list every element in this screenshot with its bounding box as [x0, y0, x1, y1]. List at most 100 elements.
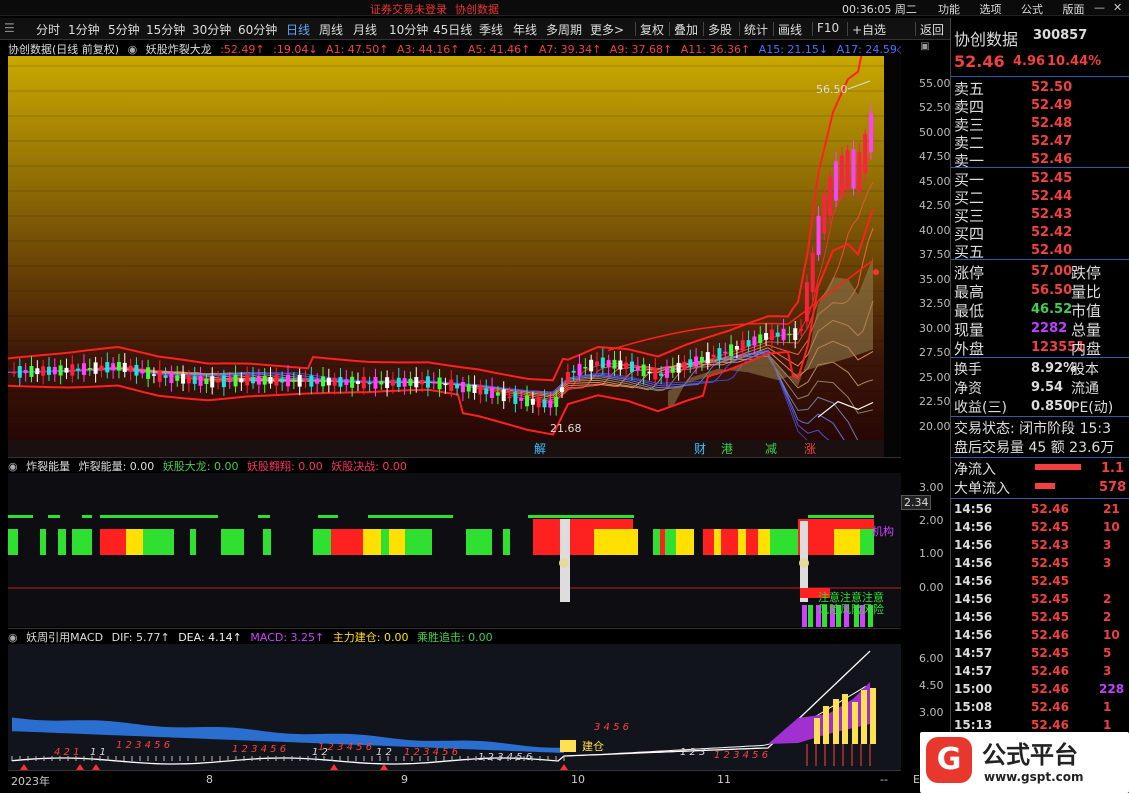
tool-button-0[interactable]: 复权: [640, 21, 664, 38]
tool-button-2[interactable]: 多股: [708, 21, 732, 38]
menu-icon[interactable]: ☰: [4, 21, 15, 35]
kline-chart[interactable]: 56.50 21.68 解 财 港 减 涨: [8, 56, 901, 457]
bid-price-0: 52.45: [1031, 171, 1073, 186]
tick-price-6: 52.45: [1031, 610, 1069, 624]
period-tab-12[interactable]: 年线: [513, 21, 537, 38]
energy-bar: [770, 529, 798, 555]
macd-panel[interactable]: ◉ 妖周引用MACD DIF: 5.77↑ DEA: 4.14↑ MACD: 3…: [8, 628, 901, 770]
period-tab-7[interactable]: 周线: [319, 21, 343, 38]
candle-body: [326, 377, 331, 386]
energy-bar: [331, 529, 363, 555]
period-tab-14[interactable]: 更多>: [590, 21, 624, 38]
period-tab-3[interactable]: 15分钟: [146, 21, 185, 38]
macd-chart[interactable]: 建仓 4 2 1 1 1 1 2 3 4 5 6 1 2 3 4 5 6 1 2 1 2 3…: [8, 644, 901, 770]
candle-body: [548, 400, 553, 408]
panel-expand-icon[interactable]: ▣: [901, 41, 949, 56]
y-tick-label: 47.50: [919, 150, 951, 163]
energy-bar: [746, 529, 758, 555]
candle-body: [116, 362, 121, 371]
period-tab-10[interactable]: 45日线: [433, 21, 472, 38]
candle-body: [764, 333, 769, 340]
close-icon[interactable]: ✕: [1113, 1, 1122, 14]
energy-indicator-name[interactable]: 炸裂能量: [26, 460, 70, 473]
x-scroll-icon[interactable]: --: [880, 773, 888, 786]
stat-right-label-2: 市值: [1071, 302, 1102, 320]
candle-body: [717, 348, 722, 360]
period-toolbar: 分时 1分钟 5分钟 15分钟 30分钟 60分钟 日线 周线 月线 10分钟 45日线 季线 年线 多周…: [0, 18, 950, 40]
candle-body: [169, 371, 174, 383]
candle-body: [629, 361, 634, 373]
energy-bar: [660, 529, 665, 555]
candle-body: [845, 150, 850, 190]
indicator-toggle-icon[interactable]: ◉: [128, 43, 138, 56]
indicator-toggle-icon[interactable]: ◉: [8, 631, 18, 644]
tool-button-5[interactable]: F10: [817, 21, 839, 35]
ask-price-3: 52.47: [1031, 134, 1073, 149]
period-tab-2[interactable]: 5分钟: [108, 21, 140, 38]
tick-time-10: 15:00: [954, 682, 993, 696]
menu-layout[interactable]: 版面: [1063, 3, 1085, 16]
ask-price-4: 52.46: [1031, 152, 1073, 167]
tool-button-1[interactable]: 叠加: [674, 21, 698, 38]
minimize-icon[interactable]: —: [1094, 1, 1105, 14]
energy-bar: [758, 529, 770, 555]
tool-button-4[interactable]: 画线: [778, 21, 802, 38]
indicator-toggle-icon[interactable]: ◉: [8, 460, 18, 473]
candle-body: [793, 328, 798, 340]
tick-volume-11: 1: [1103, 700, 1112, 714]
period-tab-5[interactable]: 60分钟: [238, 21, 277, 38]
login-notice[interactable]: 证券交易未登录 协创数据: [370, 1, 507, 17]
top-menu: 功能 选项 公式 版面: [938, 1, 1101, 17]
period-tab-6[interactable]: 日线: [286, 21, 310, 38]
candle-body: [76, 368, 81, 371]
menu-options[interactable]: 选项: [980, 3, 1002, 16]
tool-button-3[interactable]: 统计: [744, 21, 768, 38]
y-tick-label: 1.00: [919, 547, 944, 560]
period-tab-9[interactable]: 10分钟: [389, 21, 428, 38]
energy-chart[interactable]: 机构注意 注意 注意风险 风险 风险: [8, 473, 901, 627]
candle-body: [373, 377, 378, 389]
event-marker-2[interactable]: 港: [721, 442, 733, 456]
y-tick-label: 45.00: [919, 175, 951, 188]
period-tab-8[interactable]: 月线: [353, 21, 377, 38]
period-tab-4[interactable]: 30分钟: [192, 21, 231, 38]
menu-function[interactable]: 功能: [938, 3, 960, 16]
event-marker-4[interactable]: 涨: [804, 441, 816, 456]
tag-risk: 风险: [818, 602, 840, 616]
energy-top-line: [8, 515, 33, 518]
x-tick-label: 9: [401, 773, 408, 786]
candle-body: [659, 373, 664, 376]
stat2-label-2: 收益(三): [954, 400, 1007, 416]
energy-bar: [570, 529, 594, 555]
event-marker-0[interactable]: 解: [534, 442, 546, 456]
wave-count-label: 1 2 3: [680, 747, 705, 758]
event-strip: [8, 440, 884, 457]
candle-body: [216, 380, 221, 383]
candle-body: [181, 373, 186, 384]
menu-formula[interactable]: 公式: [1021, 3, 1043, 16]
candle-body: [834, 161, 839, 201]
candle-body: [589, 359, 594, 372]
tool-button-6[interactable]: +自选: [852, 21, 886, 38]
net-inflow-label: 净流入: [954, 462, 996, 478]
period-tab-0[interactable]: 分时: [36, 21, 60, 38]
macd-bar: [823, 706, 829, 744]
energy-panel[interactable]: ◉ 炸裂能量 炸裂能量: 0.00 妖股大龙: 0.00 妖股翱翔: 0.00 …: [8, 457, 901, 627]
candle-body: [402, 378, 407, 387]
kline-panel[interactable]: 协创数据(日线 前复权) ◉ 妖股炸裂大龙 :52.49↑ :19.04↓ A1…: [8, 41, 901, 457]
period-tab-11[interactable]: 季线: [479, 21, 503, 38]
event-marker-3[interactable]: 减: [765, 442, 777, 456]
candle-body: [670, 367, 675, 373]
indicator-name[interactable]: 妖股炸裂大龙: [146, 43, 212, 56]
macd-indicator-name[interactable]: 妖周引用MACD: [26, 631, 103, 644]
tool-button-7[interactable]: 返回: [920, 21, 944, 38]
period-tab-13[interactable]: 多周期: [546, 21, 582, 38]
candle-body: [606, 360, 611, 367]
period-tab-1[interactable]: 1分钟: [68, 21, 100, 38]
candle-body: [595, 361, 599, 366]
tick-time-2: 14:56: [954, 538, 993, 552]
event-marker-1[interactable]: 财: [694, 442, 706, 456]
candle-body: [134, 364, 139, 376]
energy-bar: [594, 529, 638, 555]
y-tick-label: 0.00: [919, 581, 944, 594]
